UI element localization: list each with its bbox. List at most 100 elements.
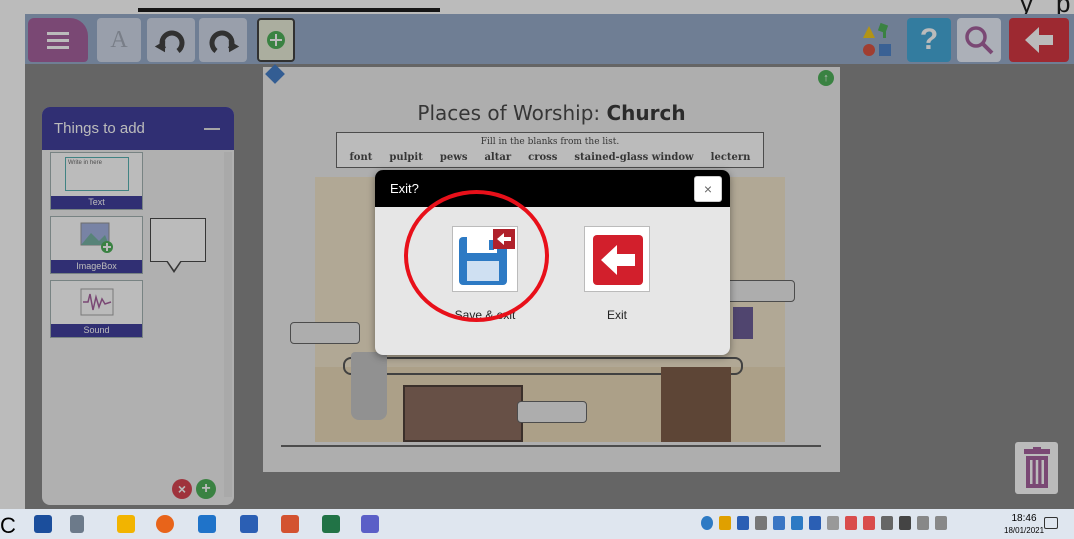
sound-tool-label: Sound	[51, 324, 142, 337]
pulpit-stairs	[661, 367, 731, 442]
pencil-icon[interactable]	[265, 64, 285, 84]
help-tray-icon[interactable]	[701, 516, 713, 530]
word-item: altar	[484, 152, 512, 163]
sound-wave-icon	[80, 288, 114, 316]
help-button[interactable]: ?	[907, 18, 951, 62]
word-item: stained-glass window	[574, 152, 694, 163]
imagebox-tool[interactable]: ImageBox	[50, 216, 143, 274]
top-strip: y p	[0, 0, 1074, 18]
lectern-banner	[733, 307, 753, 339]
highlight-circle	[404, 190, 549, 322]
teams-icon[interactable]	[361, 515, 379, 533]
pew-illustration	[403, 385, 523, 442]
help-icon: ?	[919, 23, 939, 56]
image-icon	[80, 222, 113, 253]
add-page-button[interactable]	[257, 18, 295, 62]
word-item: cross	[528, 152, 558, 163]
trash-icon	[1023, 447, 1050, 488]
exit-label: Exit	[606, 308, 627, 322]
worksheet-title-bold: Church	[606, 101, 686, 125]
text-preview-label: Write in here	[68, 160, 102, 166]
collapse-icon[interactable]	[204, 127, 220, 130]
speech-bubble-tool[interactable]	[150, 218, 206, 262]
panel-scrollbar[interactable]	[224, 152, 232, 497]
tray-icon[interactable]	[719, 516, 731, 530]
app-toolbar: A ?	[25, 14, 1074, 64]
excel-icon[interactable]	[322, 515, 340, 533]
delete-icon[interactable]: ×	[172, 479, 192, 499]
undo-button[interactable]	[147, 18, 195, 62]
answer-blank-3[interactable]	[517, 401, 587, 423]
panel-header: Things to add	[42, 107, 234, 150]
word-item: lectern	[710, 152, 751, 163]
tray-icon[interactable]	[845, 516, 857, 530]
powerpoint-icon[interactable]	[281, 515, 299, 533]
battery-icon[interactable]	[899, 516, 911, 530]
file-explorer-icon[interactable]	[117, 515, 135, 533]
dialog-header: Exit?	[375, 170, 730, 207]
top-underline	[138, 8, 440, 12]
word-bank-instruction: Fill in the blanks from the list.	[480, 137, 620, 147]
answer-blank-1[interactable]	[290, 322, 360, 344]
shapes-button[interactable]	[855, 18, 899, 62]
redo-icon	[209, 30, 240, 53]
shapes-icon	[863, 22, 891, 56]
page-baseline	[281, 445, 821, 447]
font-icon: A	[110, 26, 128, 53]
sound-tool[interactable]: Sound	[50, 280, 143, 338]
wifi-icon[interactable]	[917, 516, 929, 530]
answer-blank-2[interactable]	[725, 280, 795, 302]
dialog-title: Exit?	[390, 181, 419, 196]
word-item: font	[349, 152, 373, 163]
word-bank: Fill in the blanks from the list. font p…	[336, 132, 764, 168]
menu-button[interactable]	[28, 18, 88, 62]
text-box-preview: Write in here	[65, 157, 129, 191]
trash-button[interactable]	[1015, 442, 1058, 494]
exit-button[interactable]	[584, 226, 650, 292]
text-tool[interactable]: Write in here Text	[50, 152, 143, 210]
firefox-icon[interactable]	[156, 515, 174, 533]
add-page-icon	[267, 31, 285, 49]
speech-bubble-tail-fill	[167, 260, 181, 270]
redo-button[interactable]	[199, 18, 247, 62]
things-to-add-panel: Things to add Write in here Text ImageBo…	[42, 107, 234, 505]
bluetooth-icon[interactable]	[791, 516, 803, 530]
clock-time: 18:46	[1011, 513, 1037, 524]
zoom-icon	[965, 26, 994, 55]
back-button[interactable]	[1009, 18, 1069, 62]
word-item: pews	[439, 152, 468, 163]
task-view-icon[interactable]	[70, 515, 84, 533]
windows-start-icon[interactable]	[34, 515, 52, 533]
imagebox-tool-label: ImageBox	[51, 260, 142, 273]
tray-icon[interactable]	[755, 516, 767, 530]
tray-icon[interactable]	[863, 516, 875, 530]
windows-taskbar: C 18:46 18/01/2021	[0, 509, 1074, 539]
add-icon[interactable]: +	[196, 479, 216, 499]
screenshot-frame: y p A ? Things to add Write in here Text…	[0, 0, 1074, 539]
volume-icon[interactable]	[935, 516, 947, 530]
baptismal-font	[351, 352, 387, 420]
tray-icon[interactable]	[737, 516, 749, 530]
back-arrow-icon	[1025, 27, 1053, 53]
worksheet-title: Places of Worship: Church	[263, 101, 840, 125]
word-bank-words: font pulpit pews altar cross stained-gla…	[337, 152, 763, 163]
text-tool-label: Text	[51, 196, 142, 209]
mail-icon[interactable]	[198, 515, 216, 533]
system-clock[interactable]: 18:46 18/01/2021	[1004, 513, 1044, 537]
font-button[interactable]: A	[97, 18, 141, 62]
notification-icon[interactable]	[1044, 517, 1058, 529]
exit-arrow-icon	[593, 235, 643, 285]
keyboard-icon[interactable]	[881, 516, 893, 530]
tray-icon[interactable]	[809, 516, 821, 530]
up-arrow-icon[interactable]: ↑	[818, 70, 834, 86]
word-icon[interactable]	[240, 515, 258, 533]
menu-icon	[47, 28, 69, 53]
undo-icon	[154, 30, 185, 53]
tray-icon[interactable]	[827, 516, 839, 530]
dialog-close-button[interactable]: ×	[694, 176, 722, 202]
zoom-button[interactable]	[957, 18, 1001, 62]
tray-icon[interactable]	[773, 516, 785, 530]
worksheet-title-prefix: Places of Worship:	[417, 101, 607, 125]
taskbar-partial-text: C	[0, 513, 16, 538]
clock-date: 18/01/2021	[1004, 526, 1045, 535]
